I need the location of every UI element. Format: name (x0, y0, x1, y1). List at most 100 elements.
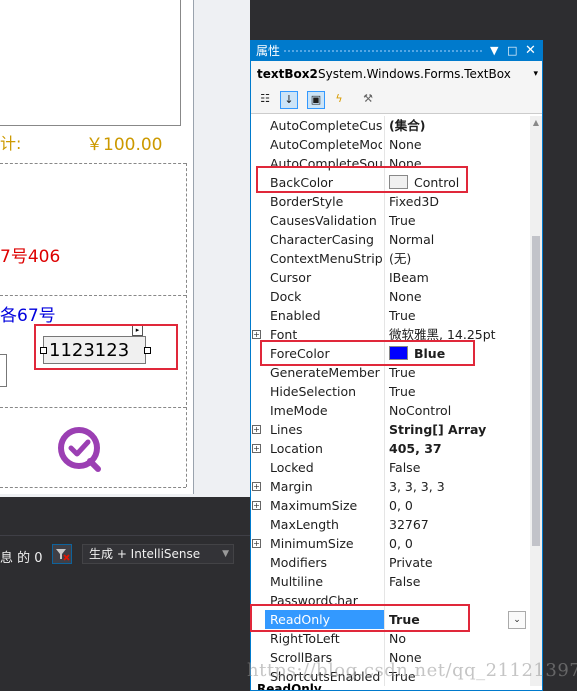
property-value[interactable]: False (389, 458, 420, 477)
object-selector[interactable]: textBox2 System.Windows.Forms.TextBox ▾ (251, 61, 542, 88)
property-value[interactable]: NoControl (389, 401, 451, 420)
price-label[interactable]: 计: (0, 130, 21, 154)
address-label-2[interactable]: 各67号 (0, 301, 56, 326)
property-row[interactable]: Enabled True (251, 306, 529, 325)
panel-divider (0, 295, 186, 296)
highlight-box-backcolor (256, 166, 468, 193)
property-name[interactable]: MaxLength (270, 515, 382, 534)
property-row[interactable]: HideSelection True (251, 382, 529, 401)
property-row[interactable]: + MinimumSize 0, 0 (251, 534, 529, 553)
property-row[interactable]: ContextMenuStrip (无) (251, 249, 529, 268)
filter-button[interactable] (52, 544, 72, 564)
form-canvas[interactable]: 计: ￥100.00 7号406 各67号 (0, 0, 194, 494)
property-row[interactable]: Multiline False (251, 572, 529, 591)
property-value[interactable]: None (389, 287, 422, 306)
property-value[interactable]: Normal (389, 230, 434, 249)
property-value-text: 0, 0 (389, 536, 413, 551)
property-name[interactable]: MaximumSize (270, 496, 382, 515)
property-name[interactable]: ImeMode (270, 401, 382, 420)
property-value[interactable]: True (389, 211, 416, 230)
property-name[interactable]: AutoCompleteMode (270, 135, 382, 154)
property-name[interactable]: Dock (270, 287, 382, 306)
property-value[interactable]: 0, 0 (389, 534, 413, 553)
scroll-up-icon[interactable]: ▲ (530, 116, 542, 130)
property-value[interactable]: 32767 (389, 515, 429, 534)
categorized-icon[interactable]: ☷ (256, 91, 274, 109)
property-name[interactable]: Enabled (270, 306, 382, 325)
property-value-text: False (389, 574, 421, 589)
properties-view-icon[interactable]: ▣ (307, 91, 325, 109)
property-row[interactable]: MaxLength 32767 (251, 515, 529, 534)
property-value[interactable]: 405, 37 (389, 439, 442, 458)
property-value-text: IBeam (389, 270, 429, 285)
property-row[interactable]: CharacterCasing Normal (251, 230, 529, 249)
property-value-text: True (389, 384, 416, 399)
property-value[interactable]: (集合) (389, 116, 425, 135)
property-value[interactable]: True (389, 382, 416, 401)
property-name[interactable]: ContextMenuStrip (270, 249, 382, 268)
panel-divider (186, 163, 187, 293)
property-name[interactable]: HideSelection (270, 382, 382, 401)
property-row[interactable]: Locked False (251, 458, 529, 477)
property-value[interactable]: IBeam (389, 268, 429, 287)
events-lightning-icon[interactable]: ϟ (330, 91, 348, 109)
partial-textbox[interactable] (0, 354, 7, 387)
property-name[interactable]: Modifiers (270, 553, 382, 572)
expand-plus-icon[interactable]: + (252, 444, 261, 453)
property-name[interactable]: CausesValidation (270, 211, 382, 230)
value-dropdown-icon[interactable]: ⌄ (508, 611, 526, 629)
expand-plus-icon[interactable]: + (252, 539, 261, 548)
scrollbar-thumb[interactable] (532, 236, 540, 546)
properties-title-bar[interactable]: 属性 ▼ □ ✕ (251, 41, 542, 61)
property-value[interactable]: True (389, 306, 416, 325)
property-row[interactable]: AutoCompleteMode None (251, 135, 529, 154)
maximize-icon[interactable]: □ (507, 41, 517, 61)
close-icon[interactable]: ✕ (525, 41, 536, 61)
property-row[interactable]: Cursor IBeam (251, 268, 529, 287)
property-name[interactable]: CharacterCasing (270, 230, 382, 249)
property-name[interactable]: BorderStyle (270, 192, 382, 211)
expand-plus-icon[interactable]: + (252, 501, 261, 510)
property-value[interactable]: None (389, 135, 422, 154)
property-value[interactable]: Fixed3D (389, 192, 439, 211)
property-row[interactable]: CausesValidation True (251, 211, 529, 230)
property-row[interactable]: + Lines String[] Array (251, 420, 529, 439)
window-position-dropdown-icon[interactable]: ▼ (490, 41, 498, 61)
property-name[interactable]: Cursor (270, 268, 382, 287)
property-name[interactable]: Lines (270, 420, 382, 439)
alphabetical-icon[interactable]: ↓ (280, 91, 298, 109)
property-value-text: True (389, 213, 416, 228)
property-name[interactable]: Locked (270, 458, 382, 477)
address-label-1[interactable]: 7号406 (0, 242, 60, 267)
price-value-label[interactable]: ￥100.00 (86, 130, 162, 155)
expand-plus-icon[interactable]: + (252, 482, 261, 491)
expand-plus-icon[interactable]: + (252, 425, 261, 434)
property-name[interactable]: Location (270, 439, 382, 458)
property-value[interactable]: 3, 3, 3, 3 (389, 477, 445, 496)
list-box-control[interactable] (0, 0, 181, 126)
property-pages-wrench-icon[interactable]: ⚒ (359, 91, 377, 109)
property-row[interactable]: + MaximumSize 0, 0 (251, 496, 529, 515)
property-row[interactable]: AutoCompleteCusto (集合) (251, 116, 529, 135)
property-name[interactable]: Margin (270, 477, 382, 496)
messages-count[interactable]: 息 的 0 (0, 547, 43, 566)
property-value[interactable]: 0, 0 (389, 496, 413, 515)
property-row[interactable]: ImeMode NoControl (251, 401, 529, 420)
property-row[interactable]: + Location 405, 37 (251, 439, 529, 458)
build-intellisense-select[interactable]: 生成 + IntelliSense ▼ (82, 544, 234, 564)
property-row[interactable]: Dock None (251, 287, 529, 306)
property-value[interactable]: False (389, 572, 420, 591)
expand-plus-icon[interactable]: + (252, 330, 261, 339)
property-row[interactable]: Modifiers Private (251, 553, 529, 572)
property-value[interactable]: String[] Array (389, 420, 486, 439)
property-value[interactable]: (无) (389, 249, 411, 268)
property-name[interactable]: Multiline (270, 572, 382, 591)
property-name[interactable]: AutoCompleteCusto (270, 116, 382, 135)
property-name[interactable]: MinimumSize (270, 534, 382, 553)
column-separator (384, 553, 385, 572)
column-separator (384, 401, 385, 420)
property-row[interactable]: + Margin 3, 3, 3, 3 (251, 477, 529, 496)
chevron-down-icon: ▼ (222, 549, 229, 559)
property-row[interactable]: BorderStyle Fixed3D (251, 192, 529, 211)
property-value[interactable]: Private (389, 553, 433, 572)
